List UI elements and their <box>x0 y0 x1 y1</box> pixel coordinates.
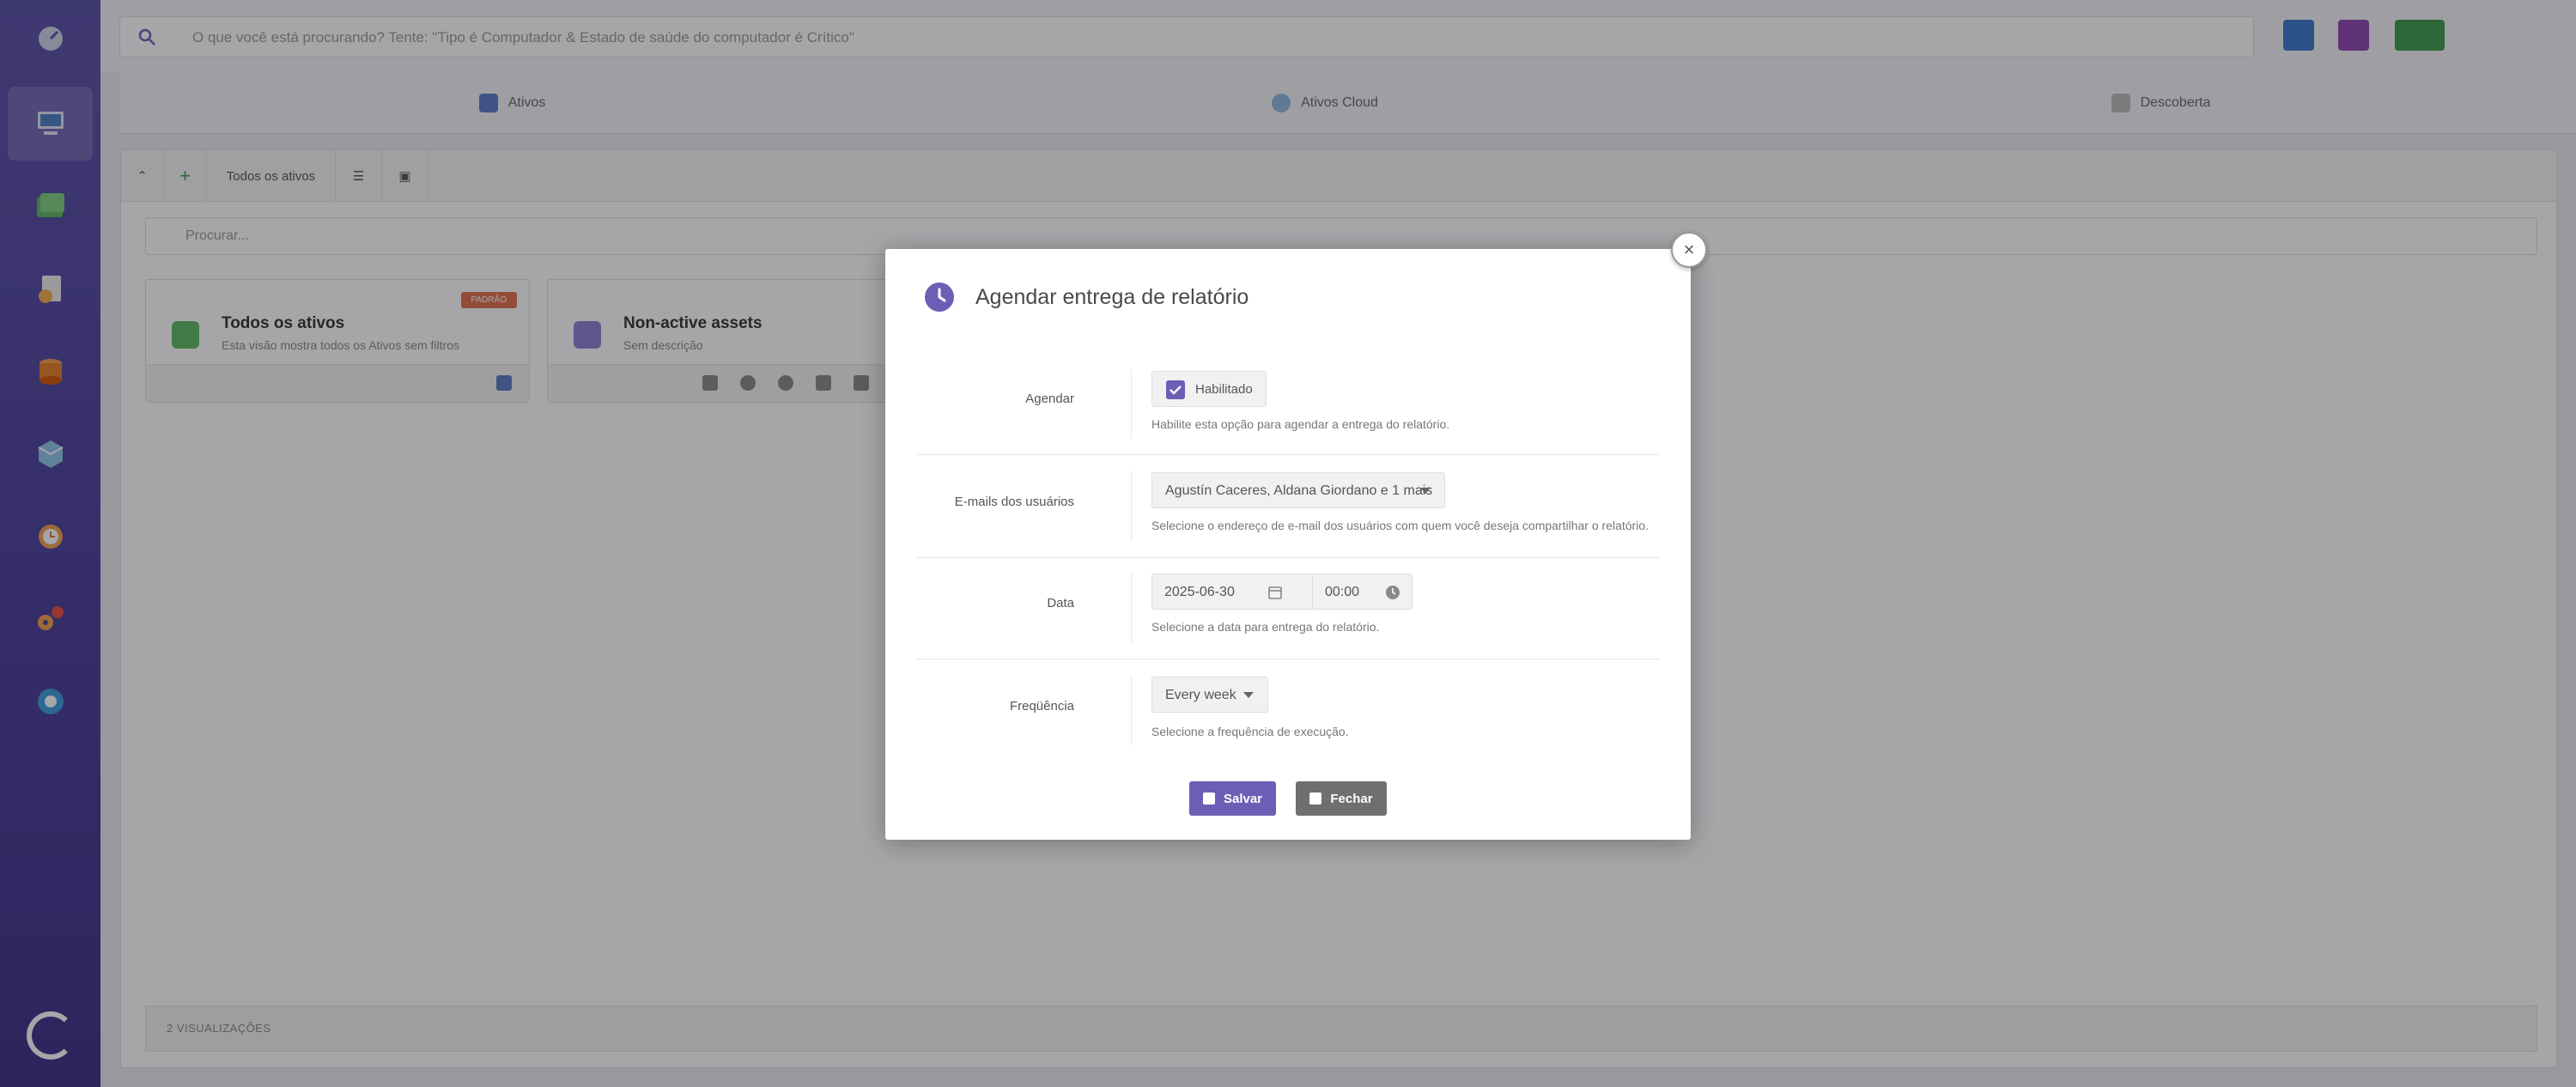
emails-select[interactable]: Agustín Caceres, Aldana Giordano e 1 mai… <box>1151 472 1445 508</box>
date-input[interactable]: 2025-06-30 <box>1151 574 1313 610</box>
row-divider <box>1131 471 1132 542</box>
frequency-label: Freqüência <box>1009 699 1074 714</box>
clock-icon[interactable] <box>1385 585 1400 600</box>
close-icon: × <box>1683 239 1695 260</box>
schedule-help: Habilite esta opção para agendar a entre… <box>1151 417 1450 431</box>
checkbox-container: Habilitado <box>1151 371 1267 407</box>
frequency-select-box: Every week <box>1151 677 1268 713</box>
frequency-select-value: Every week <box>1165 688 1236 702</box>
frequency-row: Freqüência Every week Selecione a frequê… <box>916 659 1660 761</box>
time-input[interactable]: 00:00 <box>1313 574 1413 610</box>
caret-down-icon <box>1420 488 1431 494</box>
schedule-report-modal: Agendar entrega de relatório Agendar Hab… <box>885 249 1691 840</box>
date-row: Data 2025-06-30 00:00 Selecione a data p… <box>916 558 1660 659</box>
frequency-select[interactable]: Every week <box>1151 677 1268 713</box>
row-divider <box>1131 574 1132 643</box>
row-divider <box>1131 675 1132 745</box>
date-time-group: 2025-06-30 00:00 <box>1151 574 1413 610</box>
time-value: 00:00 <box>1325 585 1360 599</box>
checkbox-label: Habilitado <box>1195 382 1253 397</box>
caret-down-icon <box>1243 692 1254 698</box>
save-button-label: Salvar <box>1223 791 1263 806</box>
check-square-icon <box>1202 792 1215 805</box>
emails-row: E-mails dos usuários Agustín Caceres, Al… <box>916 455 1660 558</box>
emails-select-value: Agustín Caceres, Aldana Giordano e 1 mai… <box>1165 483 1433 498</box>
date-label: Data <box>1047 596 1074 610</box>
modal-close-button[interactable]: × <box>1671 232 1707 268</box>
emails-help: Selecione o endereço de e-mail dos usuár… <box>1151 519 1649 532</box>
frequency-help: Selecione a frequência de execução. <box>1151 725 1349 738</box>
date-help: Selecione a data para entrega do relatór… <box>1151 620 1380 634</box>
clock-icon <box>925 282 954 312</box>
close-square-icon <box>1309 792 1322 805</box>
date-value: 2025-06-30 <box>1164 585 1235 599</box>
row-divider <box>1131 369 1132 439</box>
enabled-checkbox[interactable]: Habilitado <box>1151 371 1267 407</box>
close-button-label: Fechar <box>1330 791 1373 806</box>
schedule-row: Agendar Habilitado Habilite esta opção p… <box>916 354 1660 455</box>
schedule-label: Agendar <box>1025 392 1074 406</box>
close-button[interactable]: Fechar <box>1296 781 1387 816</box>
emails-label: E-mails dos usuários <box>954 495 1074 509</box>
modal-title: Agendar entrega de relatório <box>975 285 1249 309</box>
calendar-icon[interactable] <box>1267 585 1283 600</box>
emails-select-box: Agustín Caceres, Aldana Giordano e 1 mai… <box>1151 472 1445 508</box>
check-icon <box>1166 380 1185 399</box>
save-button[interactable]: Salvar <box>1189 781 1276 816</box>
